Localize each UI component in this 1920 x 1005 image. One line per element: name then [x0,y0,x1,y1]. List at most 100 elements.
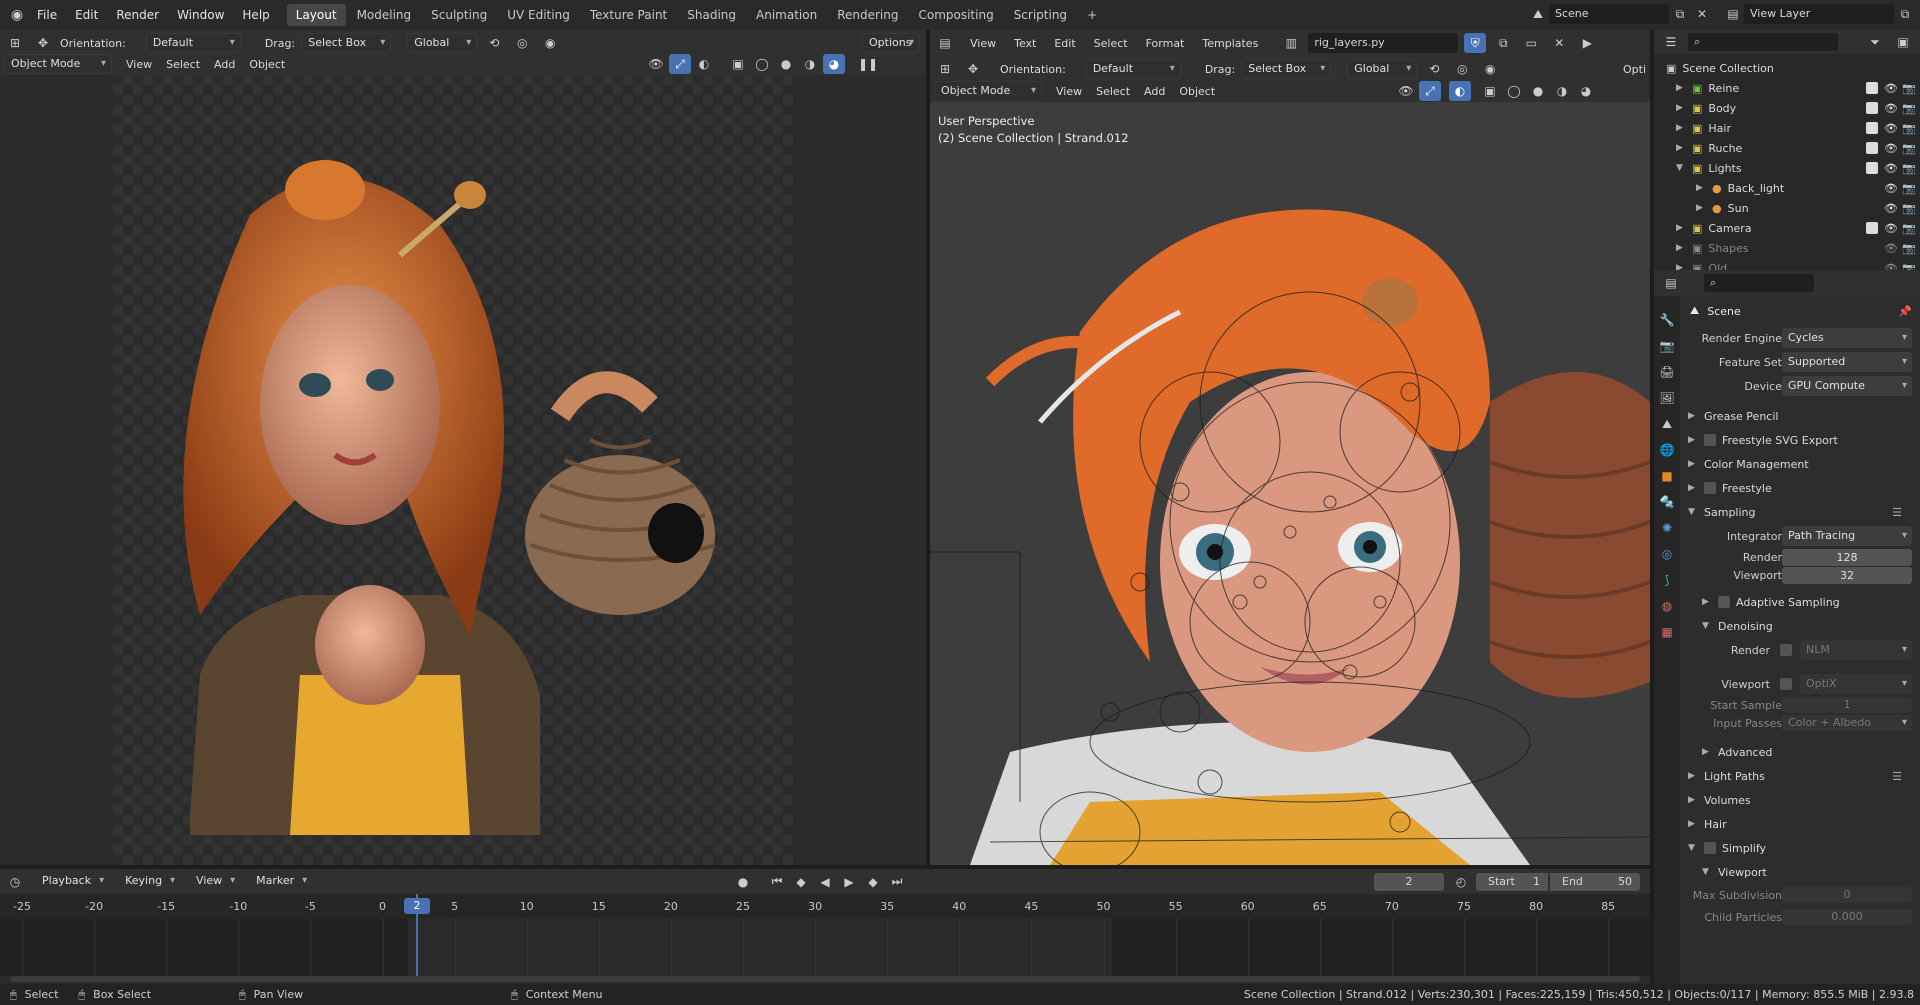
expand-triangle-icon[interactable]: ▶ [1696,183,1706,193]
panel-grease-pencil[interactable]: ▶ Grease Pencil [1680,404,1920,428]
timeline-type-icon[interactable]: ◷ [4,872,26,892]
fake-user-icon[interactable]: ⛨ [1464,33,1487,53]
timeline-area[interactable]: -25 -20 -15 -10 -5 0 5 10 15 20 25 30 35 40 45 50 55 60 65… [0,894,1650,984]
data-tab-icon[interactable]: ⟆ [1656,570,1678,590]
render-camera-icon[interactable]: 📷 [1902,82,1916,95]
adaptive-sampling-checkbox[interactable] [1718,596,1730,608]
exclude-checkbox[interactable] [1866,122,1878,134]
exclude-checkbox[interactable] [1866,182,1878,194]
right-material-icon[interactable]: ◑ [1551,81,1573,101]
outliner-item-hair[interactable]: ▶ ▣ Hair 👁 📷 [1654,118,1920,138]
particles-tab-icon[interactable]: ✺ [1656,518,1678,538]
right-editor-type-icon[interactable]: ⊞ [934,59,956,79]
rendered-shading-icon[interactable]: ◕ [823,54,845,74]
overlay-icon[interactable]: ◐ [693,54,715,74]
tool-tab-icon[interactable]: 🔧 [1656,310,1678,330]
exclude-checkbox[interactable] [1866,242,1878,254]
gizmo-icon[interactable]: ⤢ [669,54,691,74]
close-view-layer-icon[interactable]: ✕ [1916,4,1920,24]
blender-logo-icon[interactable]: ◉ [6,5,28,25]
viewport-samples-field[interactable]: 32 [1782,566,1912,584]
outliner-item-ruche[interactable]: ▶ ▣ Ruche 👁 📷 [1654,138,1920,158]
render-engine-dropdown[interactable]: Cycles [1782,328,1912,348]
right-overlay-icon[interactable]: ◐ [1449,81,1471,101]
view-layer-icon[interactable]: ▤ [1722,4,1744,24]
solid-shading-icon[interactable]: ● [775,54,797,74]
open-text-icon[interactable]: ▭ [1520,33,1542,53]
material-tab-icon[interactable]: ◍ [1656,596,1678,616]
expand-triangle-icon[interactable]: ▼ [1676,163,1686,173]
timeline-scrollbar[interactable] [10,976,1640,982]
material-shading-icon[interactable]: ◑ [799,54,821,74]
text-editor-menu-edit[interactable]: Edit [1054,37,1075,50]
integrator-dropdown[interactable]: Path Tracing [1782,526,1912,546]
feature-set-dropdown[interactable]: Supported [1782,352,1912,372]
pin-icon[interactable]: 📌 [1898,305,1912,318]
properties-search-input[interactable]: ⌕ [1704,274,1814,292]
copy-view-layer-icon[interactable]: ⧉ [1894,4,1916,24]
workspace-tab-scripting[interactable]: Scripting [1005,4,1076,26]
expand-triangle-icon[interactable]: ▶ [1676,83,1686,93]
outliner-root[interactable]: ▣ Scene Collection [1654,58,1920,78]
freestyle-checkbox[interactable] [1704,482,1716,494]
editor-type-icon[interactable]: ⊞ [4,33,26,53]
text-editor-menu-templates[interactable]: Templates [1202,37,1258,50]
transform-space-dropdown[interactable]: Global [407,33,478,53]
left-render-viewport[interactable] [0,75,926,865]
exclude-checkbox[interactable] [1866,82,1878,94]
visibility-eye-icon[interactable]: 👁 [1884,182,1898,195]
visibility-eye-icon[interactable]: 👁 [1884,162,1898,175]
simplify-viewport-header[interactable]: ▼ Viewport [1680,860,1920,884]
jump-end-icon[interactable]: ⏭ [886,872,908,892]
right-visibility-icon[interactable]: 👁 [1395,81,1417,101]
physics-tab-icon[interactable]: ◎ [1656,544,1678,564]
panel-light-paths[interactable]: ▶ Light Paths ☰ [1680,764,1920,788]
properties-type-icon[interactable]: ▤ [1660,273,1682,293]
left_viewport-menu-view[interactable]: View [126,58,152,71]
expand-triangle-icon[interactable]: ▶ [1696,203,1706,213]
expand-triangle-icon[interactable]: ▶ [1676,123,1686,133]
advanced-header[interactable]: ▶ Advanced [1680,740,1920,764]
panel-simplify[interactable]: ▼ Simplify [1680,836,1920,860]
workspace-tab-shading[interactable]: Shading [678,4,745,26]
text-editor-menu-text[interactable]: Text [1014,37,1036,50]
workspace-tab-rendering[interactable]: Rendering [828,4,907,26]
xray-icon[interactable]: ▣ [727,54,749,74]
view-layer-tab-icon[interactable]: 🖼 [1656,388,1678,408]
prev-keyframe-icon[interactable]: ◆ [790,872,812,892]
start-sample-field[interactable]: 1 [1782,697,1912,713]
exclude-checkbox[interactable] [1866,162,1878,174]
visibility-eye-icon[interactable]: 👁 [1884,202,1898,215]
exclude-checkbox[interactable] [1866,102,1878,114]
render-camera-icon[interactable]: 📷 [1902,202,1916,215]
right_viewport-menu-view[interactable]: View [1056,85,1082,98]
playhead-frame-label[interactable]: 2 [404,898,430,914]
panel-freestyle[interactable]: ▶ Freestyle [1680,476,1920,500]
visibility-eye-icon[interactable]: 👁 [1884,102,1898,115]
snap-icon[interactable]: ◎ [511,33,533,53]
outliner-search-input[interactable]: ⌕ [1688,33,1838,51]
output-tab-icon[interactable]: 🖨 [1656,362,1678,382]
outliner-item-lights[interactable]: ▼ ▣ Lights 👁 📷 [1654,158,1920,178]
timeline-menu-keying[interactable]: Keying [119,872,180,892]
freestyle-svg-export-checkbox[interactable] [1704,434,1716,446]
text-editor-menu-format[interactable]: Format [1146,37,1185,50]
run-script-icon[interactable]: ▶ [1576,33,1598,53]
right-pivot-icon[interactable]: ⟲ [1423,59,1445,79]
preview-range-icon[interactable]: ◴ [1450,872,1472,892]
visibility-eye-icon[interactable]: 👁 [1884,222,1898,235]
left_viewport-menu-add[interactable]: Add [214,58,235,71]
workspace-tab-sculpting[interactable]: Sculpting [422,4,496,26]
denoise-render-checkbox[interactable] [1780,644,1792,656]
outliner-item-reine[interactable]: ▶ ▣ Reine 👁 📷 [1654,78,1920,98]
left_viewport-menu-object[interactable]: Object [249,58,285,71]
right_viewport-menu-add[interactable]: Add [1144,85,1165,98]
device-dropdown[interactable]: GPU Compute [1782,376,1912,396]
denoise-viewport-checkbox[interactable] [1780,678,1792,690]
object-tab-icon[interactable]: ■ [1656,466,1678,486]
view-layer-selector[interactable]: View Layer [1744,4,1894,24]
visibility-eye-icon[interactable]: 👁 [1884,242,1898,255]
scene-icon[interactable]: ⛰ [1527,4,1549,24]
right-drag-dropdown[interactable]: Select Box [1241,59,1332,79]
text-file-selector[interactable]: rig_layers.py [1308,33,1459,53]
